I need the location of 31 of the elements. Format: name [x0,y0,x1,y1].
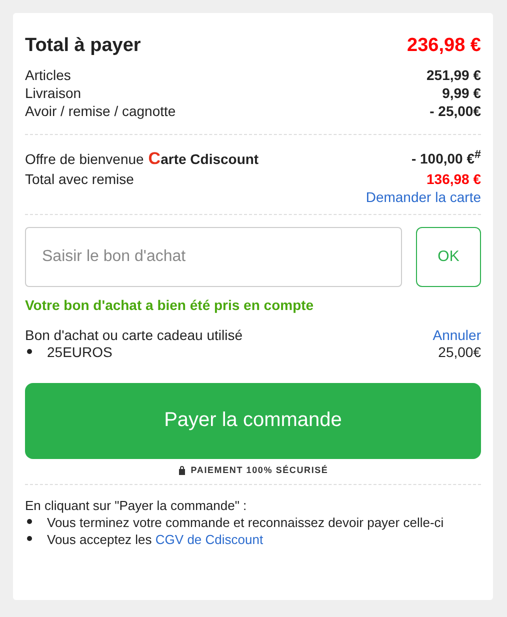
used-label: Bon d'achat ou carte cadeau utilisé [25,326,242,343]
voucher-amount: 25,00€ [438,344,481,360]
terms-text: Vous terminez votre commande et reconnaissez devoir payer celle-ci [47,514,444,530]
line-value: - 25,00€ [430,103,481,119]
total-label: Total avec remise [25,170,134,187]
card-name: Carte Cdiscount [148,150,259,167]
bullet-icon [27,536,32,541]
cgv-link[interactable]: CGV de Cdiscount [155,532,264,547]
line-value: 9,99 € [442,85,481,101]
line-label: Livraison [25,85,82,101]
total-amount: 236,98 € [407,35,481,57]
ok-button[interactable]: OK [416,226,481,287]
request-card-link[interactable]: Demander la carte [366,188,481,205]
pay-button[interactable]: Payer la commande [25,382,481,459]
bullet-icon [27,348,32,354]
lock-icon [178,464,186,475]
total-title: Total à payer [25,35,141,57]
offer-label: Offre de bienvenue [25,150,144,167]
success-message: Votre bon d'achat a bien été pris en compte [25,296,315,313]
cancel-link[interactable]: Annuler [432,326,481,343]
voucher-code: 25EUROS [47,344,112,360]
voucher-field[interactable]: Saisir le bon d'achat [25,226,402,287]
terms-intro: En cliquant sur "Payer la commande" : [25,498,248,513]
discount-total: 136,98 € [426,170,481,187]
bullet-icon [27,518,32,524]
terms-text: Vous acceptez les [47,532,152,547]
line-value: 251,99 € [426,67,481,83]
secure-label: PAIEMENT 100% SÉCURISÉ [190,464,328,475]
line-label: Avoir / remise / cagnotte [25,103,176,119]
offer-value: - 100,00 €$^{#}$ [411,148,481,167]
line-label: Articles [25,67,71,83]
